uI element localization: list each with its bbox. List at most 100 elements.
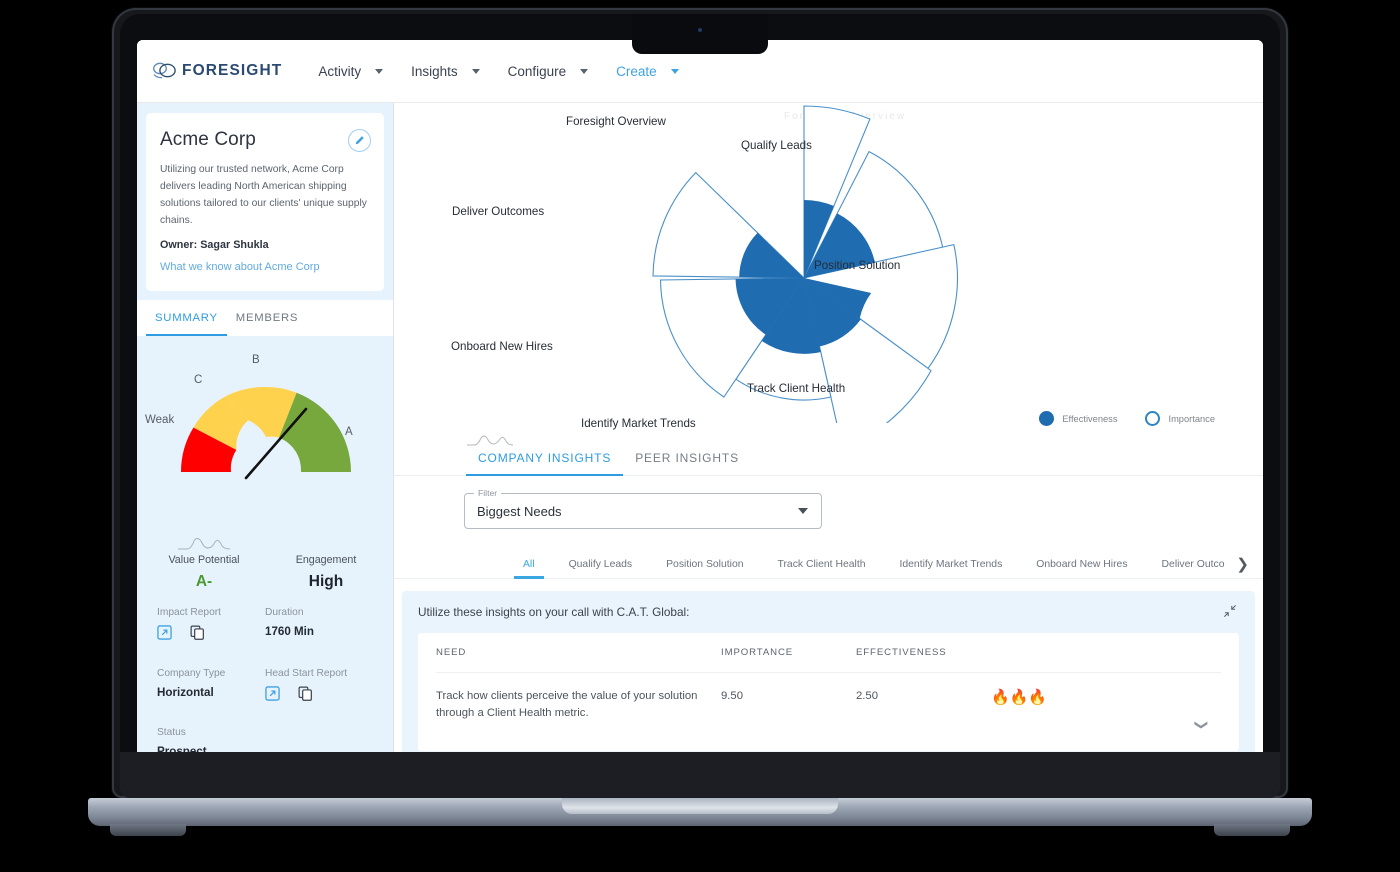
- foresight-overview-radar: Foresight Overview Qualify Leads Positio…: [394, 103, 1263, 446]
- pencil-icon: [355, 136, 364, 145]
- meta-status: Status Prospect: [157, 727, 265, 752]
- radar-label-qualify-leads: Qualify Leads: [741, 139, 812, 152]
- tab-label: PEER INSIGHTS: [635, 451, 739, 465]
- tab-peer-insights[interactable]: PEER INSIGHTS: [623, 451, 751, 475]
- radar-legend: Effectiveness Importance: [1039, 411, 1215, 426]
- legend-label: Effectiveness: [1062, 413, 1118, 424]
- panel-heading: Utilize these insights on your call with…: [418, 605, 690, 619]
- category-chip-bar: All Qualify Leads Position Solution Trac…: [394, 545, 1263, 579]
- chip-label: Identify Market Trends: [899, 559, 1003, 570]
- meta-label: Status: [157, 726, 186, 738]
- fire-rating-icons: 🔥🔥🔥: [991, 689, 1048, 706]
- gauge-chart: [180, 386, 351, 480]
- webcam-icon: [698, 28, 702, 32]
- tab-summary[interactable]: SUMMARY: [146, 300, 227, 336]
- radar-label-position-solution: Position Solution: [814, 259, 901, 272]
- copy-icon[interactable]: [298, 686, 313, 701]
- collapse-icon[interactable]: [1223, 604, 1237, 623]
- filter-value: Biggest Needs: [477, 503, 562, 519]
- kpi-value: A-: [195, 572, 213, 590]
- nav-item-activity[interactable]: Activity: [304, 64, 397, 79]
- legend-item-effectiveness[interactable]: Effectiveness: [1039, 411, 1117, 426]
- column-header-importance: IMPORTANCE: [721, 647, 794, 658]
- chip-track-client-health[interactable]: Track Client Health: [761, 559, 883, 578]
- nav-item-create[interactable]: Create: [602, 64, 693, 79]
- kpi-label: Value Potential: [168, 553, 240, 566]
- chevron-right-icon[interactable]: ❯: [1236, 557, 1249, 572]
- meta-label: Head Start Report: [265, 667, 348, 679]
- meta-row: Company Type Horizontal Head Start Repor…: [157, 668, 373, 701]
- what-we-know-link[interactable]: What we know about Acme Corp: [160, 261, 370, 273]
- meta-value: 1760 Min: [265, 624, 314, 638]
- meta-label: Company Type: [157, 667, 226, 679]
- column-header-need: NEED: [436, 647, 467, 658]
- tab-members[interactable]: MEMBERS: [227, 300, 307, 336]
- kpi-label: Engagement: [295, 553, 357, 566]
- insights-tabs: COMPANY INSIGHTS PEER INSIGHTS: [394, 438, 1263, 477]
- nav-item-label: Create: [616, 63, 657, 79]
- nav-item-insights[interactable]: Insights: [397, 64, 494, 79]
- meta-label: Duration: [265, 606, 304, 618]
- tab-label: MEMBERS: [235, 311, 299, 324]
- legend-item-importance[interactable]: Importance: [1145, 411, 1215, 426]
- chip-label: Onboard New Hires: [1036, 559, 1128, 570]
- meta-duration: Duration 1760 Min: [265, 607, 373, 640]
- edit-company-button[interactable]: [348, 129, 371, 152]
- chip-deliver-outcomes[interactable]: Deliver Outco: [1145, 559, 1242, 578]
- company-card: Acme Corp Utilizing our trusted network,…: [146, 113, 384, 291]
- radar-label-identify-market-trends: Identify Market Trends: [581, 417, 696, 430]
- kpi-spacer: [265, 535, 387, 551]
- cell-need: Track how clients perceive the value of …: [436, 690, 698, 719]
- chip-all[interactable]: All: [506, 559, 552, 579]
- chip-onboard-new-hires[interactable]: Onboard New Hires: [1019, 559, 1144, 578]
- copy-icon[interactable]: [190, 625, 205, 640]
- meta-head-start-report: Head Start Report: [265, 668, 373, 701]
- chip-identify-market-trends[interactable]: Identify Market Trends: [882, 559, 1019, 578]
- filter-zone: Filter Biggest Needs: [394, 476, 1263, 529]
- meta-value: Prospect: [157, 744, 207, 752]
- bell-curve-sparkline-icon: [466, 433, 514, 452]
- meta-row: Impact Report Duration 1760 Min: [157, 607, 373, 640]
- meta-value: Horizontal: [157, 685, 214, 699]
- value-potential-gauge: Weak C B A: [137, 336, 393, 541]
- nav-item-configure[interactable]: Configure: [494, 64, 603, 79]
- legend-dot-ring: [1145, 411, 1161, 426]
- radar-label-foresight-overview: Foresight Overview: [566, 115, 666, 128]
- company-metadata: Impact Report Duration 1760 Min Company …: [137, 591, 393, 752]
- chip-label: Qualify Leads: [568, 559, 633, 570]
- chip-label: All: [523, 559, 535, 570]
- chip-qualify-leads[interactable]: Qualify Leads: [552, 559, 650, 578]
- filter-select[interactable]: Filter Biggest Needs: [464, 488, 822, 529]
- chevron-down-icon[interactable]: ❯: [1194, 720, 1210, 731]
- radar-label-track-client-health: Track Client Health: [747, 382, 846, 395]
- filter-legend-label: Filter: [474, 488, 502, 498]
- cell-rating: 🔥🔥🔥: [991, 688, 1221, 722]
- chevron-down-icon: [798, 508, 808, 514]
- meta-icons: [157, 625, 265, 640]
- table-row[interactable]: Track how clients perceive the value of …: [436, 673, 1221, 722]
- cell-effectiveness: 2.50: [856, 690, 878, 702]
- chip-position-solution[interactable]: Position Solution: [649, 559, 760, 578]
- laptop-base-notch: [562, 798, 838, 814]
- external-link-icon[interactable]: [265, 686, 280, 701]
- laptop-bottom-bezel: [120, 752, 1280, 798]
- foresight-logo[interactable]: FORESIGHT: [151, 61, 282, 81]
- chevron-down-icon: [375, 68, 384, 74]
- kpi-engagement: Engagement High: [265, 535, 387, 591]
- legend-dot-filled: [1039, 411, 1055, 426]
- foresight-app: FORESIGHT Activity Insights Configure Cr…: [137, 40, 1263, 752]
- laptop-foot-right: [1214, 824, 1290, 836]
- tab-company-insights[interactable]: COMPANY INSIGHTS: [466, 451, 624, 477]
- gauge-label-a: A: [345, 425, 353, 438]
- needs-table: NEED IMPORTANCE EFFECTIVENESS Track how …: [418, 633, 1239, 751]
- laptop-notch: [632, 14, 768, 54]
- chevron-down-icon: [471, 68, 480, 74]
- laptop-screen: FORESIGHT Activity Insights Configure Cr…: [137, 40, 1263, 752]
- chip-label: Position Solution: [666, 559, 744, 570]
- external-link-icon[interactable]: [157, 625, 172, 640]
- gauge-label-weak: Weak: [145, 413, 175, 426]
- chip-label: Deliver Outco: [1161, 559, 1225, 570]
- gauge-label-b: B: [252, 353, 260, 366]
- chevron-down-icon: [580, 68, 589, 74]
- legend-label: Importance: [1168, 413, 1215, 424]
